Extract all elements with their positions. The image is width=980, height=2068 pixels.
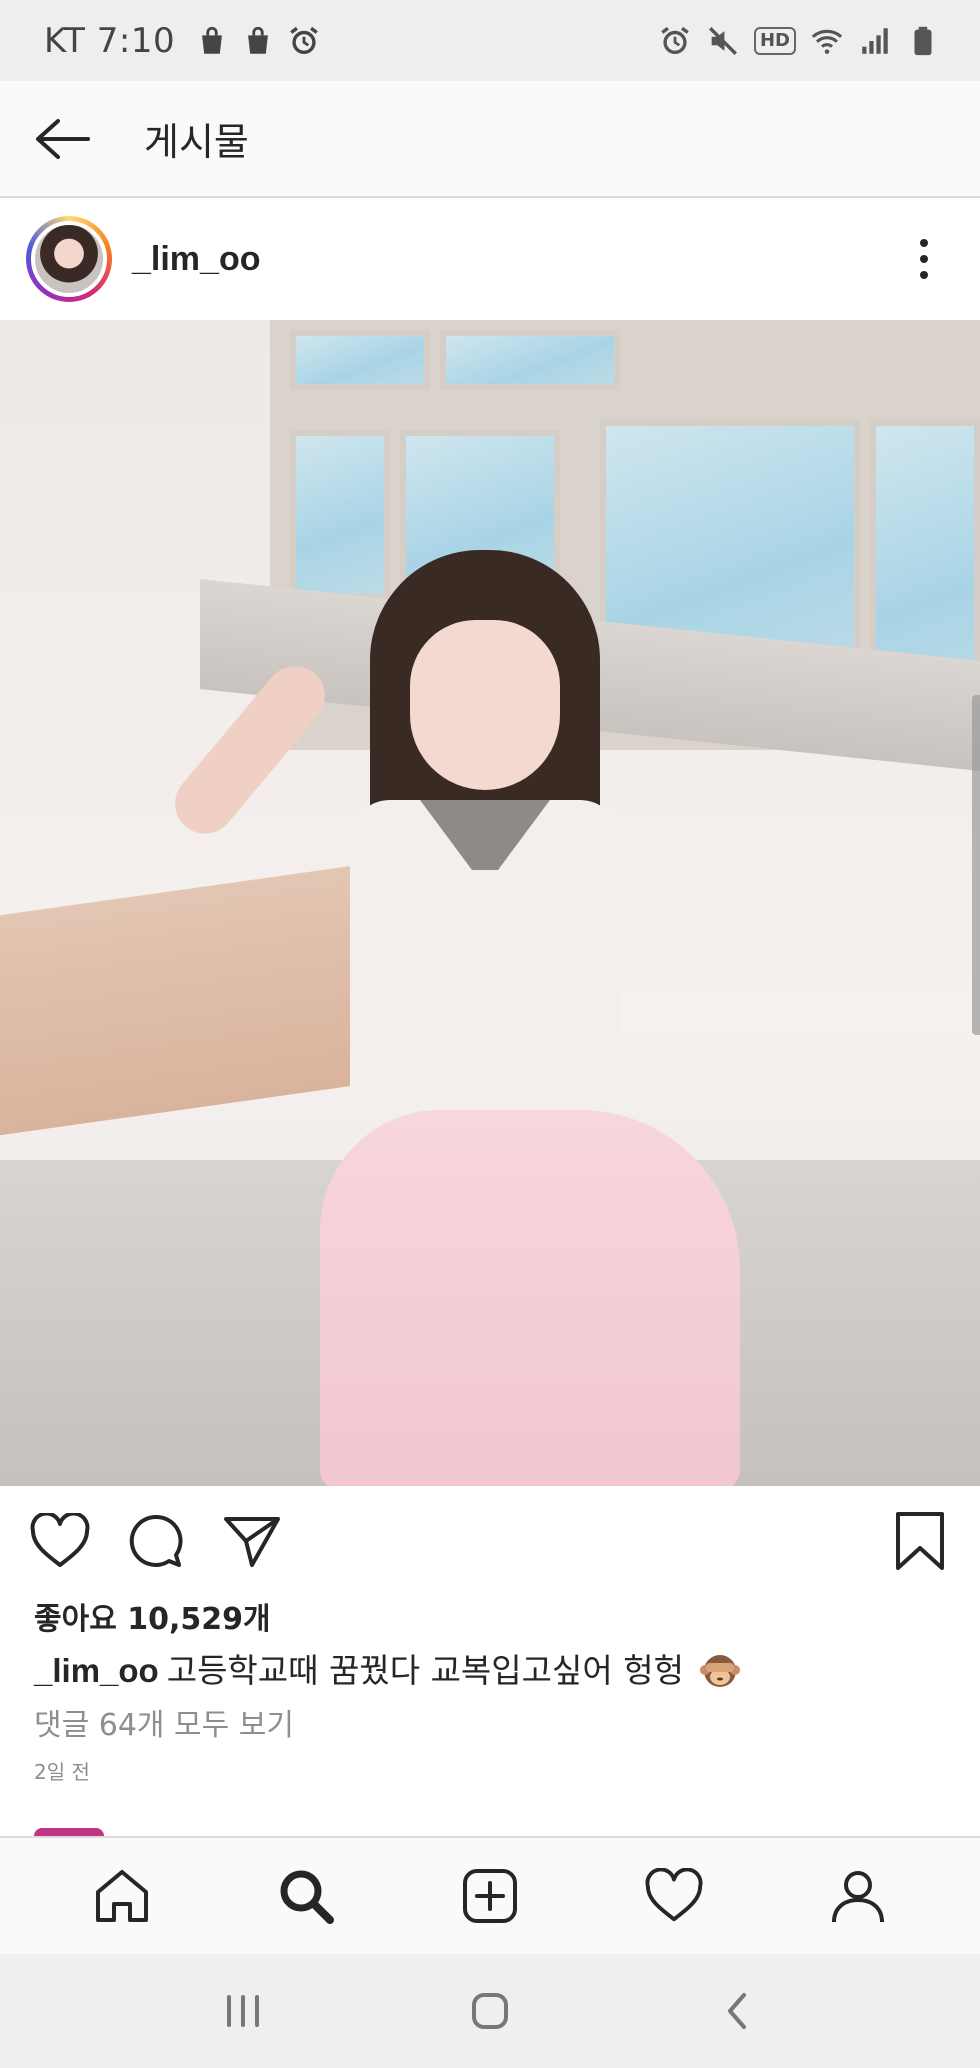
- post-photo[interactable]: [0, 320, 980, 1486]
- alarm-icon: [661, 26, 689, 54]
- caption-text: 고등학교때 꿈꿨다 교복입고싶어 헝헝: [166, 1651, 684, 1690]
- signal-icon: [862, 27, 888, 54]
- photo-face: [410, 620, 560, 790]
- add-post-icon: [463, 1869, 517, 1923]
- share-button[interactable]: [216, 1505, 288, 1577]
- home-system-button[interactable]: [450, 1971, 530, 2051]
- caption-username[interactable]: _lim_oo: [34, 1652, 159, 1689]
- profile-icon: [832, 1871, 884, 1923]
- activity-heart-icon: [645, 1868, 703, 1922]
- story-ring[interactable]: [26, 216, 112, 302]
- heart-icon: [30, 1513, 90, 1567]
- mute-icon: [709, 26, 737, 55]
- comment-button[interactable]: [120, 1505, 192, 1577]
- back-button[interactable]: [24, 109, 100, 169]
- tab-new-post[interactable]: [450, 1856, 530, 1936]
- view-all-comments-link[interactable]: 댓글 64개 모두 보기: [34, 1700, 294, 1744]
- tab-profile[interactable]: [818, 1856, 898, 1936]
- post-timestamp: 2일 전: [34, 1760, 90, 1784]
- back-arrow-icon: [36, 118, 90, 159]
- alarm-icon: [290, 26, 318, 54]
- more-dot: [920, 239, 928, 247]
- avatar: [31, 221, 107, 297]
- shopping-bag-icon: [202, 26, 223, 54]
- bottom-tab-bar: [0, 1836, 980, 1954]
- home-icon: [96, 1870, 148, 1922]
- more-options-button[interactable]: [904, 229, 944, 289]
- likes-count[interactable]: 좋아요 10,529개: [34, 1594, 271, 1638]
- page-title: 게시물: [144, 120, 249, 164]
- recent-apps-button[interactable]: [203, 1971, 283, 2051]
- save-button[interactable]: [884, 1505, 956, 1577]
- back-chevron-icon: [727, 1993, 746, 2029]
- photo-person: [162, 550, 740, 1486]
- next-post-avatar: [34, 1828, 104, 1836]
- paper-plane-icon: [224, 1517, 280, 1567]
- carrier-time: KT 7:10: [44, 20, 176, 61]
- status-left: KT 7:10: [44, 21, 321, 61]
- more-dot: [920, 271, 928, 279]
- bookmark-icon: [896, 1512, 944, 1570]
- window-pane: [290, 330, 430, 390]
- scroll-indicator[interactable]: [972, 695, 980, 1035]
- tab-search[interactable]: [266, 1856, 346, 1936]
- system-navigation-bar: [0, 1954, 980, 2068]
- shopping-bag-icon: [248, 26, 269, 54]
- post-actions: [0, 1486, 980, 1596]
- app-header: 게시물: [0, 81, 980, 198]
- post-header: _lim_oo: [0, 198, 980, 320]
- wifi-icon: [811, 29, 843, 54]
- more-dot: [920, 255, 928, 263]
- post-caption: _lim_oo 고등학교때 꿈꿨다 교복입고싶어 헝헝: [34, 1644, 741, 1692]
- battery-icon: [914, 26, 932, 55]
- search-icon: [280, 1870, 334, 1924]
- like-button[interactable]: [24, 1505, 96, 1577]
- recent-apps-icon: [227, 1995, 260, 2027]
- photo-blanket: [320, 1110, 740, 1486]
- status-bar: KT 7:10 HD: [0, 0, 980, 81]
- comment-bubble-icon: [129, 1514, 183, 1567]
- home-circle-icon: [471, 1993, 508, 2029]
- see-no-evil-monkey-emoji: [700, 1655, 741, 1687]
- back-system-button[interactable]: [697, 1971, 777, 2051]
- hd-icon: HD: [753, 26, 796, 55]
- post-username[interactable]: _lim_oo: [132, 240, 260, 279]
- status-right: HD: [658, 24, 940, 58]
- window-pane: [440, 330, 620, 390]
- tab-activity[interactable]: [634, 1856, 714, 1936]
- tab-home[interactable]: [82, 1856, 162, 1936]
